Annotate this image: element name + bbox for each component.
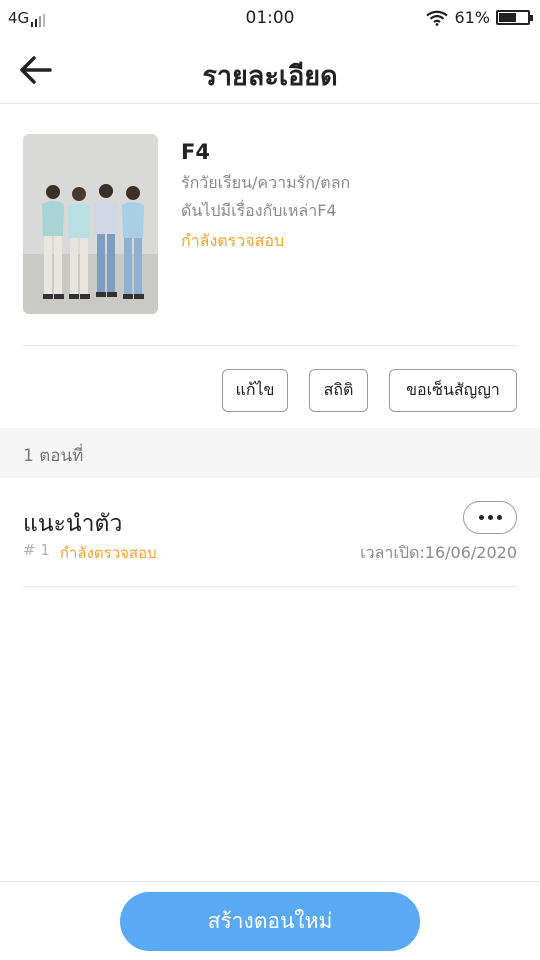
page-title: รายละเอียด — [202, 61, 338, 92]
book-cover-image[interactable] — [23, 134, 158, 314]
edit-button[interactable]: แก้ไข — [222, 369, 288, 412]
battery-icon — [496, 10, 533, 25]
status-bar: 4G 01:00 61% — [0, 0, 540, 36]
header: รายละเอียด — [0, 36, 540, 104]
status-right: 61% — [426, 8, 533, 27]
stats-button[interactable]: สถิติ — [309, 369, 368, 412]
episode-number: # 1 — [23, 541, 50, 559]
episode-meta: # 1 กำลังตรวจสอบ — [23, 541, 157, 565]
episodes-count: 1 ตอนที่ — [23, 446, 84, 466]
more-dot — [478, 515, 484, 520]
more-dot — [496, 515, 502, 520]
divider — [23, 345, 517, 346]
episode-title: แนะนำตัว — [23, 511, 123, 537]
create-episode-button[interactable]: สร้างตอนใหม่ — [120, 892, 420, 951]
battery-level — [499, 13, 516, 22]
more-options-button[interactable] — [463, 501, 517, 534]
book-description: ดันไปมีเรื่องกับเหล่าF4 — [181, 201, 337, 220]
book-status: กำลังตรวจสอบ — [181, 231, 285, 250]
book-info: F4 รักวัยเรียน/ความรัก/ตลก ดันไปมีเรื่อง… — [181, 138, 517, 256]
action-buttons: แก้ไข สถิติ ขอเซ็นสัญญา — [222, 369, 517, 412]
wifi-icon — [426, 10, 449, 26]
request-contract-button[interactable]: ขอเซ็นสัญญา — [389, 369, 517, 412]
episode-status: กำลังตรวจสอบ — [59, 544, 157, 562]
cover-photo — [23, 134, 158, 314]
book-title: F4 — [181, 140, 210, 164]
episode-list-item[interactable]: แนะนำตัว # 1 กำลังตรวจสอบ เวลาเปิด:16/06… — [23, 500, 517, 587]
bottom-bar: สร้างตอนใหม่ — [0, 881, 540, 960]
book-tags: รักวัยเรียน/ความรัก/ตลก — [181, 173, 351, 192]
more-dot — [487, 515, 493, 520]
book-card: F4 รักวัยเรียน/ความรัก/ตลก ดันไปมีเรื่อง… — [23, 134, 517, 314]
episode-open-time: เวลาเปิด:16/06/2020 — [360, 543, 517, 562]
episodes-header: 1 ตอนที่ — [0, 428, 540, 478]
battery-percent: 61% — [454, 8, 490, 27]
